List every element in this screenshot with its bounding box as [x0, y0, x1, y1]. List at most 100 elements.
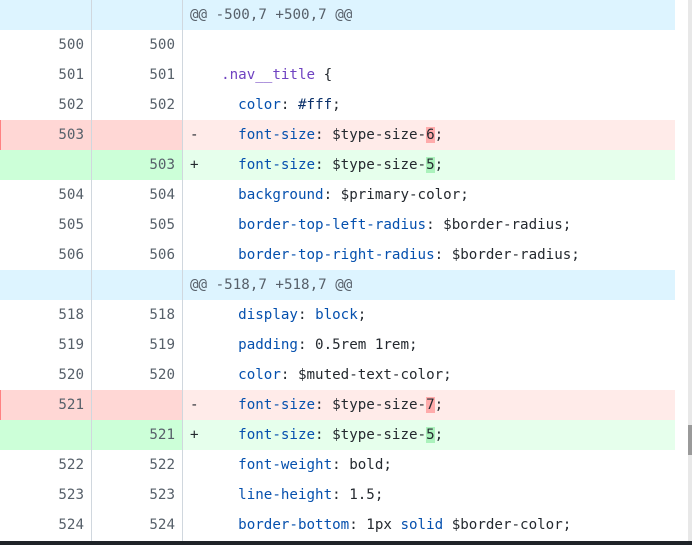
line-number-new[interactable]: 520 — [91, 360, 182, 390]
line-number-new — [91, 270, 182, 300]
code-token: ; — [434, 157, 444, 173]
line-number-new[interactable]: 524 — [91, 510, 182, 540]
window-bottom-edge — [0, 541, 692, 545]
line-number-new[interactable]: 503 — [91, 150, 182, 180]
diff-line-removed[interactable]: 503 - font-size: $type-size-6; — [0, 120, 675, 150]
line-number-old[interactable] — [0, 150, 91, 180]
diff-line-added[interactable]: 521 + font-size: $type-size-5; — [0, 420, 675, 450]
line-number-new[interactable]: 519 — [91, 330, 182, 360]
line-number-new[interactable] — [91, 120, 182, 150]
diff-line-context[interactable]: 505 505 border-top-left-radius: $border-r… — [0, 210, 675, 240]
line-number-old[interactable]: 519 — [0, 330, 91, 360]
code-token: : $type-size- — [315, 127, 427, 143]
hunk-header[interactable]: @@ -518,7 +518,7 @@ — [0, 270, 675, 300]
code-token: { — [315, 67, 333, 83]
line-number-old[interactable]: 500 — [0, 30, 91, 60]
code-line: font-weight: bold; — [204, 450, 675, 480]
diff-marker — [190, 510, 204, 540]
diff-line-context[interactable]: 502 502 color: #fff; — [0, 90, 675, 120]
code-token: font-size — [238, 127, 316, 143]
diff-marker — [190, 240, 204, 270]
code-token: : $border-radius; — [426, 217, 572, 233]
line-number-new[interactable]: 521 — [91, 420, 182, 450]
diff-marker — [190, 60, 204, 90]
code-token: font-size — [238, 157, 316, 173]
code-token: : $type-size- — [315, 427, 427, 443]
line-number-new[interactable]: 502 — [91, 90, 182, 120]
line-number-new[interactable]: 523 — [91, 480, 182, 510]
code-token: : — [280, 97, 298, 113]
line-number-old — [0, 270, 91, 300]
diff-line-context[interactable]: 501 501 .nav__title { — [0, 60, 675, 90]
diff-line-context[interactable]: 504 504 background: $primary-color; — [0, 180, 675, 210]
line-number-new[interactable]: 518 — [91, 300, 182, 330]
line-number-old[interactable]: 503 — [0, 120, 91, 150]
code-token: ; — [434, 427, 444, 443]
diff-line-removed[interactable]: 521 - font-size: $type-size-7; — [0, 390, 675, 420]
code-token: line-height — [238, 487, 333, 503]
diff-marker — [190, 30, 204, 60]
diff-marker: - — [190, 397, 199, 413]
line-number-new[interactable]: 501 — [91, 60, 182, 90]
diff-line-context[interactable]: 518 518 display: block; — [0, 300, 675, 330]
code-line: color: #fff; — [204, 90, 675, 120]
code-token: 5 — [426, 157, 435, 173]
line-number-old[interactable]: 521 — [0, 390, 91, 420]
code-line: border-bottom: 1px solid $border-color; — [204, 510, 675, 540]
line-number-old[interactable]: 524 — [0, 510, 91, 540]
line-number-new[interactable]: 522 — [91, 450, 182, 480]
code-line: font-size: $type-size-5; — [204, 420, 675, 450]
vertical-scrollbar[interactable] — [688, 0, 692, 545]
code-token: color — [238, 97, 281, 113]
code-line: color: $muted-text-color; — [204, 360, 675, 390]
code-line: line-height: 1.5; — [204, 480, 675, 510]
code-token: 5 — [426, 427, 435, 443]
line-number-old[interactable]: 504 — [0, 180, 91, 210]
line-number-old[interactable]: 518 — [0, 300, 91, 330]
line-number-old[interactable]: 505 — [0, 210, 91, 240]
line-number-new[interactable] — [91, 390, 182, 420]
diff-marker — [190, 360, 204, 390]
line-number-new[interactable]: 505 — [91, 210, 182, 240]
line-number-old[interactable]: 520 — [0, 360, 91, 390]
line-number-old[interactable]: 523 — [0, 480, 91, 510]
code-token: background — [238, 187, 324, 203]
hunk-header[interactable]: @@ -500,7 +500,7 @@ — [0, 0, 675, 30]
line-number-old[interactable]: 506 — [0, 240, 91, 270]
diff-line-context[interactable]: 506 506 border-top-right-radius: $border-… — [0, 240, 675, 270]
code-line: border-top-left-radius: $border-radius; — [204, 210, 675, 240]
line-number-old[interactable]: 502 — [0, 90, 91, 120]
code-token: $border-color; — [443, 517, 572, 533]
diff-line-context[interactable]: 524 524 border-bottom: 1px solid $border-… — [0, 510, 675, 540]
diff-line-context[interactable]: 522 522 font-weight: bold; — [0, 450, 675, 480]
scrollbar-thumb[interactable] — [688, 425, 692, 455]
code-line: font-size: $type-size-7; — [204, 390, 675, 420]
line-number-old[interactable] — [0, 420, 91, 450]
diff-line-added[interactable]: 503 + font-size: $type-size-5; — [0, 150, 675, 180]
line-number-old — [0, 0, 91, 30]
line-number-new[interactable]: 504 — [91, 180, 182, 210]
diff-line-context[interactable]: 520 520 color: $muted-text-color; — [0, 360, 675, 390]
diff-marker — [190, 330, 204, 360]
diff-line-context[interactable]: 519 519 padding: 0.5rem 1rem; — [0, 330, 675, 360]
line-number-old[interactable]: 522 — [0, 450, 91, 480]
code-token: ; — [332, 97, 341, 113]
diff-line-context[interactable]: 500 500 — [0, 30, 675, 60]
line-number-old[interactable]: 501 — [0, 60, 91, 90]
code-token: border-bottom — [238, 517, 350, 533]
code-line: .nav__title { — [204, 60, 675, 90]
diff-marker — [190, 480, 204, 510]
diff-view: @@ -500,7 +500,7 @@ 500 500 501 501 .nav__ti… — [0, 0, 675, 540]
line-number-new — [91, 0, 182, 30]
line-number-new[interactable]: 506 — [91, 240, 182, 270]
diff-line-context[interactable]: 523 523 line-height: 1.5; — [0, 480, 675, 510]
code-line: display: block; — [204, 300, 675, 330]
line-number-new[interactable]: 500 — [91, 30, 182, 60]
